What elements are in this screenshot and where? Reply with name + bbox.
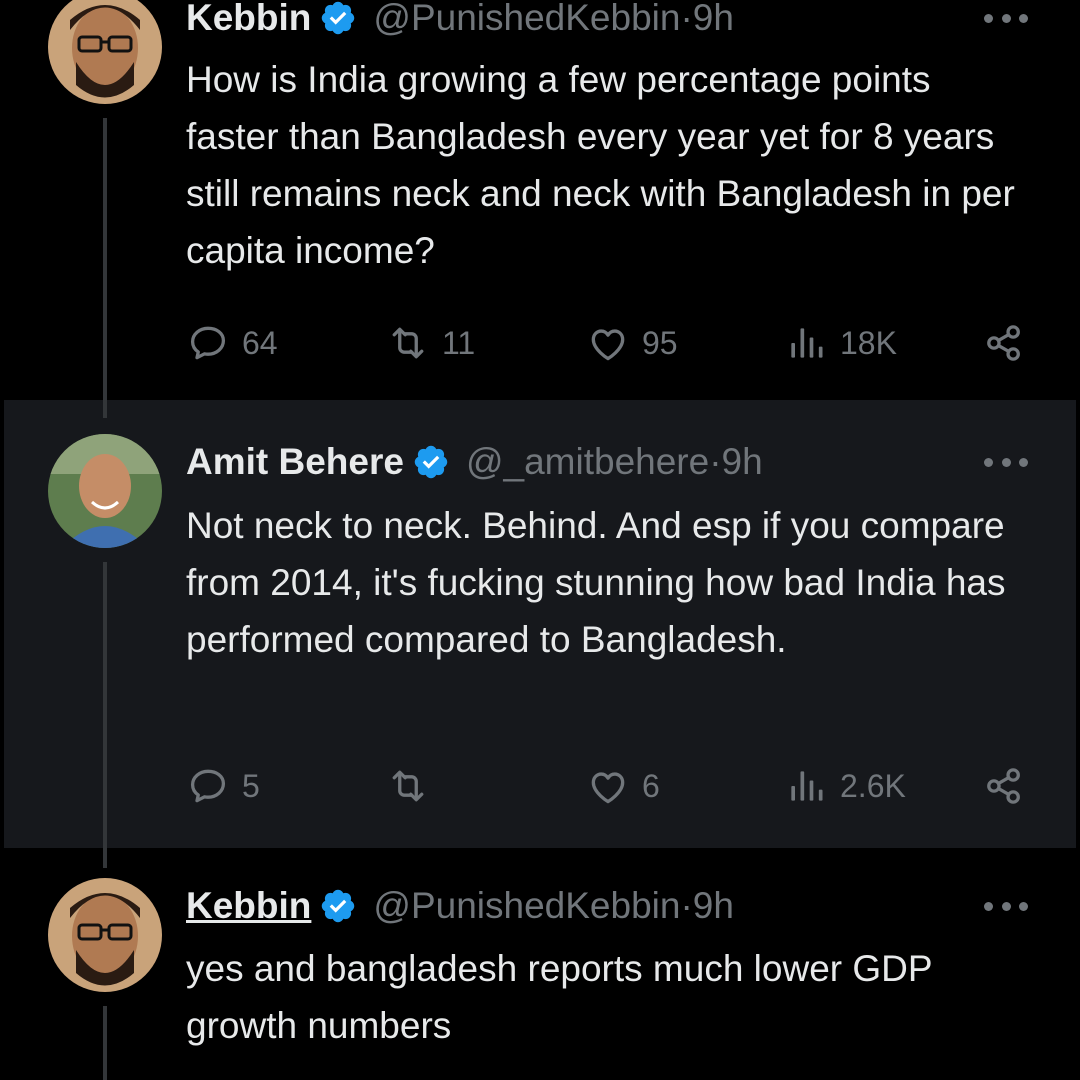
action-bar: 64 11 95 18K [186, 318, 1026, 368]
like-button[interactable]: 95 [586, 318, 678, 368]
separator: · [709, 441, 722, 482]
share-button[interactable] [982, 318, 1026, 368]
tweet-header: Amit Behere @_amitbehere · 9h [186, 441, 763, 483]
avatar-kebbin-image [48, 878, 162, 992]
tweet-1[interactable]: Kebbin @PunishedKebbin · 9h How is India… [0, 0, 1080, 400]
views-icon [784, 321, 828, 365]
thread-line [103, 562, 107, 848]
views-count: 2.6K [840, 767, 906, 804]
thread-line [103, 400, 107, 418]
views-count: 18K [840, 324, 897, 361]
views-button[interactable]: 18K [784, 318, 897, 368]
like-icon [586, 764, 630, 808]
like-icon [586, 321, 630, 365]
separator: · [680, 0, 693, 38]
reply-icon [186, 321, 230, 365]
share-icon [982, 321, 1026, 365]
share-icon [982, 764, 1026, 808]
views-icon [784, 764, 828, 808]
avatar-kebbin-image [48, 0, 162, 104]
reply-count: 64 [242, 324, 278, 361]
tweet-3[interactable]: Kebbin @PunishedKebbin · 9h yes and bang… [0, 848, 1080, 1080]
verified-badge-icon [319, 887, 357, 925]
action-bar: 5 6 2.6K [186, 761, 1026, 811]
reply-count: 5 [242, 767, 260, 804]
timestamp[interactable]: 9h [693, 885, 734, 927]
tweet-2[interactable]: Amit Behere @_amitbehere · 9h Not neck t… [4, 400, 1076, 848]
timestamp[interactable]: 9h [722, 441, 763, 483]
retweet-button[interactable] [386, 761, 442, 811]
handle[interactable]: @PunishedKebbin [373, 885, 680, 927]
reply-button[interactable]: 64 [186, 318, 278, 368]
thread-line [103, 1006, 107, 1080]
avatar[interactable] [48, 434, 162, 548]
tweet-header: Kebbin @PunishedKebbin · 9h [186, 885, 734, 927]
reply-button[interactable]: 5 [186, 761, 260, 811]
like-count: 6 [642, 767, 660, 804]
display-name[interactable]: Kebbin [186, 0, 311, 39]
retweet-button[interactable]: 11 [386, 318, 475, 368]
verified-badge-icon [319, 0, 357, 37]
handle[interactable]: @_amitbehere [466, 441, 709, 483]
retweet-icon [386, 321, 430, 365]
like-count: 95 [642, 324, 678, 361]
more-icon[interactable] [984, 456, 1028, 468]
display-name[interactable]: Kebbin [186, 885, 311, 927]
verified-badge-icon [412, 443, 450, 481]
like-button[interactable]: 6 [586, 761, 660, 811]
reply-icon [186, 764, 230, 808]
tweet-text: Not neck to neck. Behind. And esp if you… [186, 505, 1016, 660]
display-name[interactable]: Amit Behere [186, 441, 404, 483]
retweet-icon [386, 764, 430, 808]
avatar-amit-image [48, 434, 162, 548]
tweet-text: How is India growing a few percentage po… [186, 59, 1026, 271]
thread-line [103, 848, 107, 868]
timestamp[interactable]: 9h [693, 0, 734, 39]
separator: · [680, 885, 693, 926]
thread-line [103, 118, 107, 400]
views-button[interactable]: 2.6K [784, 761, 906, 811]
avatar[interactable] [48, 0, 162, 104]
more-icon[interactable] [984, 12, 1028, 24]
share-button[interactable] [982, 761, 1026, 811]
tweet-text: yes and bangladesh reports much lower GD… [186, 948, 943, 1046]
tweet-header: Kebbin @PunishedKebbin · 9h [186, 0, 734, 38]
retweet-count: 11 [442, 324, 476, 361]
more-icon[interactable] [984, 900, 1028, 912]
avatar[interactable] [48, 878, 162, 992]
handle[interactable]: @PunishedKebbin [373, 0, 680, 39]
